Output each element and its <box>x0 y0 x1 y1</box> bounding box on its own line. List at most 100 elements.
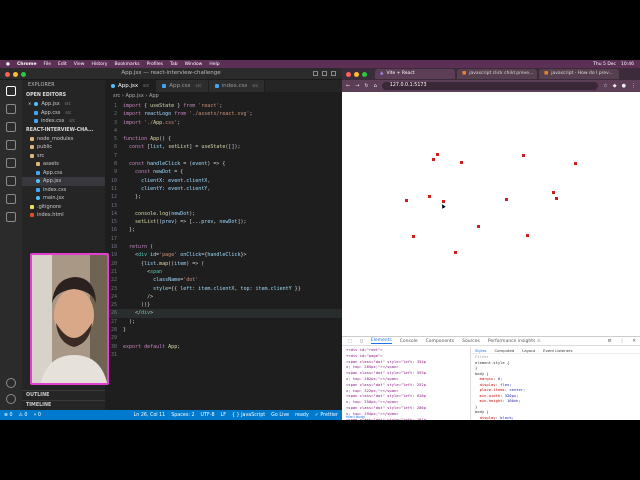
open-editor-item[interactable]: index.css src <box>22 117 105 126</box>
apple-icon[interactable]: ● <box>6 62 10 67</box>
menu-item[interactable]: History <box>91 62 107 67</box>
code-line[interactable]: 23 style={{ left: item.clientX, top: ite… <box>105 285 342 293</box>
gear-icon[interactable] <box>6 394 16 404</box>
inspect-icon[interactable]: ⬚ <box>348 339 352 344</box>
tab-event-listeners[interactable]: Event Listeners <box>543 348 572 353</box>
explorer-icon[interactable] <box>6 86 16 96</box>
code-line[interactable]: 8 const handleClick = (event) => { <box>105 160 342 168</box>
tab-layout[interactable]: Layout <box>522 348 535 353</box>
code-line[interactable]: 2 import reactLogo from './assets/react.s… <box>105 110 342 118</box>
tab-app-css[interactable]: App.css src <box>156 80 209 92</box>
elements-breadcrumb[interactable]: html body <box>346 414 365 419</box>
tree-item[interactable]: App.jsx <box>22 177 105 186</box>
code-line[interactable]: 15 setList((prev) => [...prev, newDot]); <box>105 218 342 226</box>
browser-tab[interactable]: ■ javascript click child preve... <box>457 69 537 79</box>
breadcrumb[interactable]: src › App.jsx › App <box>105 92 342 101</box>
forward-icon[interactable]: → <box>355 83 359 89</box>
testing-icon[interactable] <box>6 194 16 204</box>
code-lines[interactable]: 1 import { useState } from 'react'; 2 impor… <box>105 102 342 359</box>
tab-console[interactable]: Console <box>400 339 418 344</box>
open-editor-item[interactable]: ✕ App.jsx src <box>22 100 105 109</box>
extensions-icon[interactable]: ◆ <box>613 83 617 89</box>
browser-tab[interactable]: ■ javascript - How do I prev... <box>539 69 619 79</box>
menu-item[interactable]: File <box>44 62 52 67</box>
open-editors-section[interactable]: OPEN EDITORS <box>22 91 105 100</box>
run-debug-icon[interactable] <box>6 140 16 150</box>
code-line[interactable]: 1 import { useState } from 'react'; <box>105 102 342 110</box>
language-status[interactable]: { } JavaScript <box>232 413 265 418</box>
layout-panel-icon[interactable] <box>322 71 327 76</box>
github-icon[interactable] <box>6 212 16 222</box>
timeline-section[interactable]: TIMELINE <box>22 400 105 410</box>
style-rules[interactable]: element.style {} body { margin: 0; displa… <box>471 360 640 421</box>
code-line[interactable]: 31 <box>105 351 342 359</box>
tree-item[interactable]: public <box>22 143 105 152</box>
tree-item[interactable]: src <box>22 152 105 161</box>
encoding-status[interactable]: UTF-8 <box>201 413 215 418</box>
tree-item[interactable]: index.css <box>22 186 105 195</box>
code-line[interactable]: 6 const [list, setList] = useState([]); <box>105 143 342 151</box>
menu-app[interactable]: Chrome <box>17 62 37 67</box>
menu-item[interactable]: Profiles <box>147 62 163 67</box>
code-line[interactable]: 3 import './App.css'; <box>105 119 342 127</box>
cursor-position[interactable]: Ln 26, Col 11 <box>134 413 166 418</box>
profile-icon[interactable]: ● <box>622 83 626 89</box>
menu-item[interactable]: Edit <box>58 62 67 67</box>
menu-item[interactable]: Help <box>209 62 219 67</box>
menu-item[interactable]: View <box>74 62 85 67</box>
outline-section[interactable]: OUTLINE <box>22 390 105 400</box>
menu-item[interactable]: Window <box>185 62 203 67</box>
menu-item[interactable]: Bookmarks <box>114 62 139 67</box>
tab-elements[interactable]: Elements <box>370 338 392 344</box>
code-line[interactable]: 14 console.log(newDot); <box>105 210 342 218</box>
code-line[interactable]: 19 <div id='page' onClick={handleClick}> <box>105 251 342 259</box>
more-icon[interactable]: ⋮ <box>620 339 625 344</box>
close-window-button[interactable] <box>346 71 351 77</box>
warnings-status[interactable]: ⚠ 0 <box>19 413 28 418</box>
eol-status[interactable]: LF <box>221 413 226 418</box>
tree-item[interactable]: index.html <box>22 211 105 220</box>
elements-tree[interactable]: ▾<div id="root"> ▾<div id="page"> <span … <box>342 347 470 420</box>
open-editor-item[interactable]: App.css src <box>22 109 105 118</box>
reload-icon[interactable]: ↻ <box>364 83 368 89</box>
extensions-icon[interactable] <box>6 158 16 168</box>
tab-components[interactable]: Components <box>426 339 454 344</box>
tab-performance[interactable]: Performance insights ⚠ <box>488 339 541 344</box>
go-live-button[interactable]: Go Live <box>271 413 289 418</box>
search-icon[interactable] <box>6 104 16 114</box>
tree-item[interactable]: .gitignore <box>22 203 105 212</box>
code-line[interactable]: 30 export default App; <box>105 343 342 351</box>
code-line[interactable]: 5 function App() { <box>105 135 342 143</box>
ports-status[interactable]: ⑂ 0 <box>34 412 41 418</box>
address-bar[interactable]: 127.0.0.1:5173 <box>381 82 599 90</box>
close-icon[interactable]: ✕ <box>28 100 31 109</box>
page-viewport[interactable] <box>342 92 640 336</box>
zoom-window-button[interactable] <box>362 71 367 77</box>
tab-styles[interactable]: Styles <box>475 348 487 353</box>
prettier-status[interactable]: ✓ Prettier <box>315 413 338 418</box>
source-control-icon[interactable] <box>6 122 16 132</box>
code-line[interactable]: 16 }; <box>105 226 342 234</box>
code-line[interactable]: 12 }; <box>105 193 342 201</box>
code-line[interactable]: 25 ))} <box>105 301 342 309</box>
bookmark-icon[interactable]: ☆ <box>603 83 607 89</box>
tab-index-css[interactable]: index.css src <box>208 80 266 92</box>
errors-status[interactable]: ⊗ 0 <box>4 413 13 418</box>
code-line[interactable]: 9 const newDot = { <box>105 168 342 176</box>
tree-item[interactable]: node_modules <box>22 135 105 144</box>
code-line[interactable]: 7 <box>105 152 342 160</box>
code-line[interactable]: 29 <box>105 334 342 342</box>
code-line[interactable]: 17 <box>105 235 342 243</box>
code-line[interactable]: 4 <box>105 127 342 135</box>
code-line[interactable]: 27 ); <box>105 318 342 326</box>
menu-item[interactable]: Tab <box>170 62 178 67</box>
browser-tab[interactable]: ▲ Vite + React <box>375 69 455 79</box>
indentation-status[interactable]: Spaces: 2 <box>171 413 194 418</box>
code-line[interactable]: 13 <box>105 202 342 210</box>
layout-sidebar-icon[interactable] <box>313 71 318 76</box>
tab-sources[interactable]: Sources <box>462 339 480 344</box>
tab-computed[interactable]: Computed <box>495 348 515 353</box>
code-line[interactable]: 28} <box>105 326 342 334</box>
home-icon[interactable]: ⌂ <box>374 83 377 89</box>
close-devtools-icon[interactable]: ✕ <box>632 339 640 344</box>
